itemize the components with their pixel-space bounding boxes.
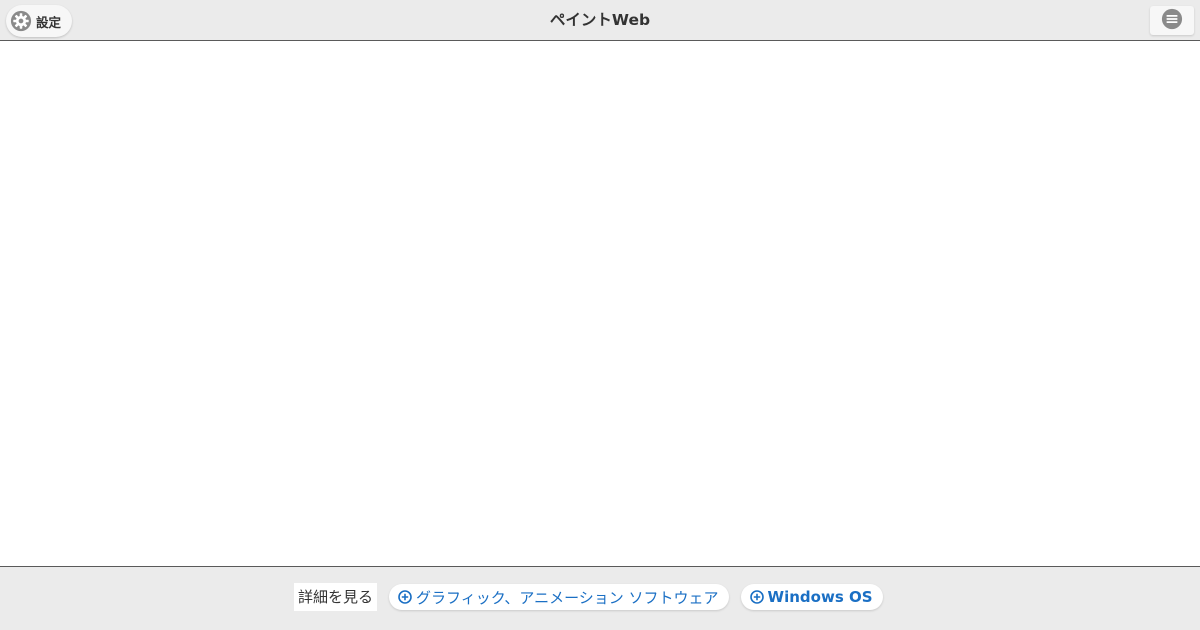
page-title: ペイントWeb (549, 11, 651, 29)
chip-label: グラフィック、アニメーション ソフトウェア (416, 588, 719, 607)
top-bar: 設定 ペイントWeb (0, 0, 1200, 41)
plus-circle-icon (749, 590, 764, 604)
plus-circle-icon (398, 590, 412, 604)
paint-canvas[interactable] (0, 41, 1200, 566)
related-links: 詳細を見る グラフィック、アニメーション ソフトウェア Windows OS (294, 583, 883, 611)
bottom-bar: 詳細を見る グラフィック、アニメーション ソフトウェア Windows OS (0, 566, 1200, 630)
menu-icon (1161, 8, 1183, 34)
see-more-label: 詳細を見る (294, 583, 378, 611)
menu-button[interactable] (1150, 6, 1194, 35)
chip-windows-os[interactable]: Windows OS (740, 584, 883, 610)
chip-label: Windows OS (767, 588, 873, 606)
chip-graphics-animation-software[interactable]: グラフィック、アニメーション ソフトウェア (389, 584, 729, 610)
